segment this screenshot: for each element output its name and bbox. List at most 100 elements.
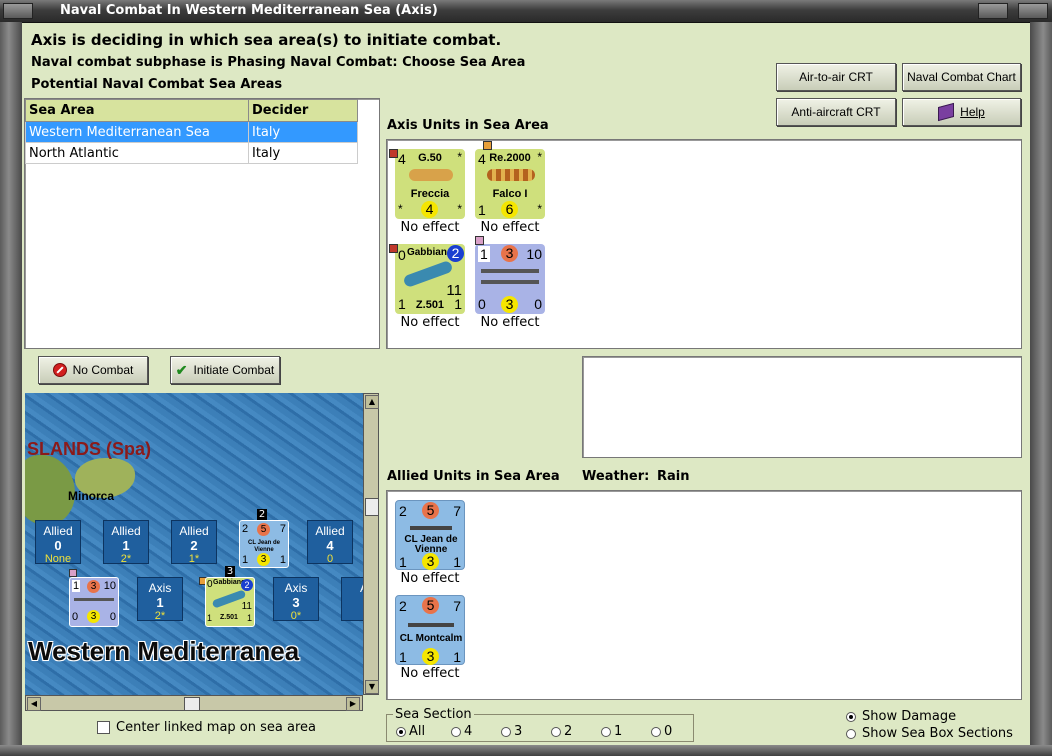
air-to-air-crt-button[interactable]: Air-to-air CRT [776,63,896,91]
decider-cell: Italy [248,142,358,164]
naval-combat-chart-label: Naval Combat Chart [907,70,1016,84]
damage-marker-icon [389,244,398,253]
show-damage-option[interactable]: Show Damage [846,709,956,724]
map-horizontal-scrollbar[interactable]: ◀ ▶ [25,695,363,711]
counter-value: 5 [257,523,270,536]
unit-counter-gabbiano[interactable]: 0 Gabbiano 2 11 Z.501 1 1 [395,244,465,314]
unit-counter-jean-de-vienne[interactable]: 2 5 7 CL Jean de Vienne 1 3 1 [395,500,465,570]
sea-box[interactable]: A [341,577,363,621]
unit-counter-re2000[interactable]: 4 Re.2000 * Falco I 1 6 * [475,149,545,219]
radio-button[interactable] [551,726,561,737]
sea-box-side: Allied [43,524,73,538]
radio-button[interactable] [846,711,856,722]
counter-stat: 7 [279,523,286,535]
sea-area-map-label: Western Mediterranea [28,636,300,666]
sea-section-option-4[interactable]: 4 [451,724,501,739]
counter-stat: * [537,150,542,164]
counter-value: 3 [87,580,100,593]
naval-combat-chart-button[interactable]: Naval Combat Chart [902,63,1021,91]
option-label: 0 [664,724,673,739]
scroll-left-icon[interactable]: ◀ [27,697,41,711]
sea-box-number: 1 [156,595,164,610]
map-unit-counter[interactable]: 0 Gabbiano 2 11 1 Z.501 1 [205,577,255,627]
table-row[interactable]: Western Mediterranean Sea Italy [25,121,358,143]
counter-name: CL Montcalm [399,633,463,644]
sea-box-side: A [342,581,363,595]
sea-box-side: Allied [179,524,209,538]
sea-section-option-2[interactable]: 2 [551,724,601,739]
counter-stat: 1 [242,554,249,566]
center-map-checkbox[interactable] [97,721,110,734]
sea-section-options: All 4 3 2 1 0 [396,724,691,739]
sea-section-option-all[interactable]: All [396,724,451,739]
anti-aircraft-crt-button[interactable]: Anti-aircraft CRT [776,98,896,126]
counter-value: 11 [241,601,252,612]
anti-aircraft-crt-label: Anti-aircraft CRT [791,105,881,119]
sea-box-side: Axis [284,581,308,595]
radio-button[interactable] [601,726,611,737]
sea-box[interactable]: Allied 1 2* [103,520,149,565]
counter-stat: 1 [399,554,407,570]
minorca-map-label: Minorca [68,489,115,503]
window-frame-bottom [0,745,1052,756]
counter-value: 3 [422,648,439,665]
column-header-decider[interactable]: Decider [248,99,358,122]
counter-value: 2 [241,579,253,591]
sea-box-number: 0 [54,538,62,553]
sea-box-info: 0 [326,553,334,565]
radio-button[interactable] [501,726,511,737]
checkmark-icon: ✔ [175,361,188,378]
radio-button[interactable] [396,726,406,737]
unit-effect-text: No effect [400,666,460,681]
sea-box[interactable]: Axis 3 0* [273,577,319,622]
scroll-down-icon[interactable]: ▼ [365,680,379,694]
counter-stat: * [398,202,403,216]
sea-section-option-3[interactable]: 3 [501,724,551,739]
initiate-combat-button[interactable]: ✔ Initiate Combat [170,356,280,384]
counter-name: CL Jean de Vienne [248,540,280,553]
fighter-plane-icon [487,169,535,181]
initiate-combat-label: Initiate Combat [193,363,275,377]
counter-stat: 2 [399,503,407,519]
minimize-button[interactable] [978,3,1008,19]
show-sections-option[interactable]: Show Sea Box Sections [846,726,1013,741]
status-marker-icon [475,236,484,245]
scroll-up-icon[interactable]: ▲ [365,395,379,409]
unit-counter-montcalm[interactable]: 2 5 7 CL Montcalm 1 3 1 [395,595,465,665]
unit-counter-axis-ships[interactable]: 1 3 10 0 3 0 [475,244,545,314]
scroll-thumb[interactable] [365,498,379,516]
scroll-right-icon[interactable]: ▶ [346,697,360,711]
scroll-thumb[interactable] [184,697,200,711]
table-row[interactable]: North Atlantic Italy [25,142,358,164]
sea-section-option-0[interactable]: 0 [651,724,691,739]
sea-box[interactable]: Axis 1 2* [137,577,183,622]
window-title: Naval Combat In Western Mediterranean Se… [60,3,438,18]
sea-box[interactable]: Allied 4 0 [307,520,353,565]
center-map-checkbox-row[interactable]: Center linked map on sea area [97,720,316,735]
radio-button[interactable] [651,726,661,737]
sea-section-option-1[interactable]: 1 [601,724,651,739]
no-combat-button[interactable]: No Combat [38,356,148,384]
sea-box[interactable]: Allied 0 None [35,520,81,565]
map-unit-counter[interactable]: 2 5 7 CL Jean de Vienne 1 3 1 [239,520,289,568]
sea-box[interactable]: Allied 2 1* [171,520,217,565]
unit-effect-text: No effect [400,571,460,586]
map-vertical-scrollbar[interactable]: ▲ ▼ [363,393,379,695]
map-unit-counter[interactable]: 1 3 10 0 3 0 [69,577,119,627]
counter-name: Falco I [492,188,528,200]
unit-effect-text: No effect [480,315,540,330]
column-header-sea-area[interactable]: Sea Area [25,99,249,122]
linked-map-view[interactable]: SLANDS (Spa) Minorca Allied 0 None Allie… [25,393,363,695]
system-menu-button[interactable] [3,3,33,19]
unit-counter-g50[interactable]: 4 G.50 * Freccia * 4 * [395,149,465,219]
radio-button[interactable] [451,726,461,737]
counter-value: 5 [422,597,439,614]
counter-value: 3 [87,610,100,623]
close-button[interactable] [1018,3,1048,19]
decider-cell: Italy [248,121,358,143]
ship-icon [74,598,114,601]
radio-button[interactable] [846,728,856,739]
counter-stat: * [457,150,462,164]
help-button[interactable]: Help [902,98,1021,126]
no-entry-icon [52,363,67,377]
